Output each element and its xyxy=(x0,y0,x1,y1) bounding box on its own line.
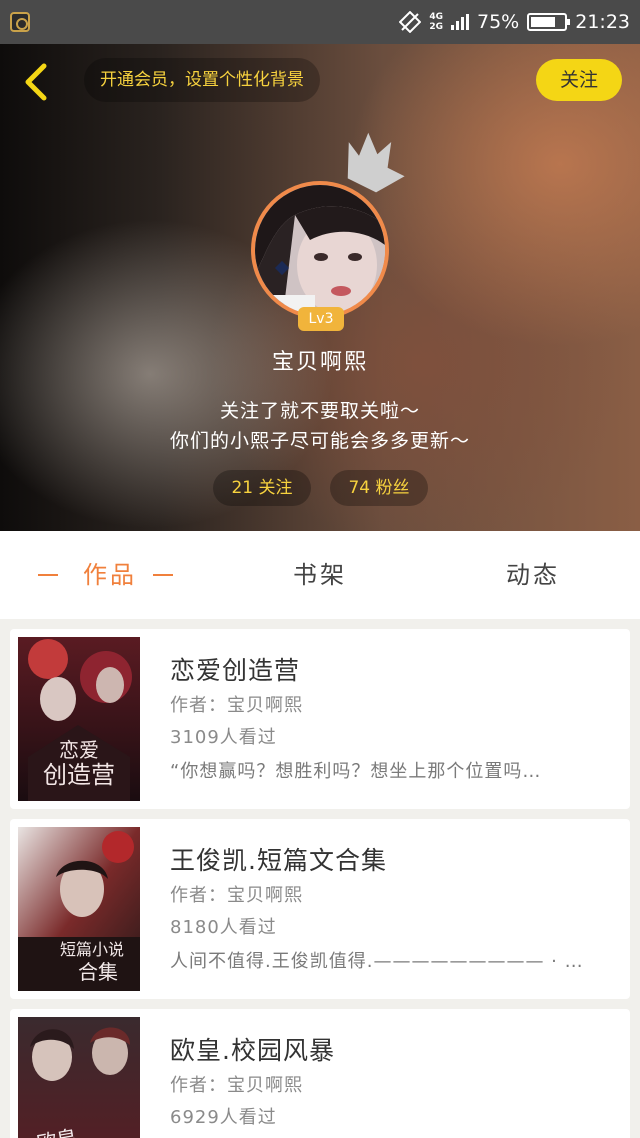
network-type: 4G 2G xyxy=(429,12,443,32)
book-views: 8180人看过 xyxy=(170,917,277,938)
book-card[interactable]: 恋爱 创造营 恋爱创造营 作者：宝贝啊熙 3109人看过 “你想赢吗？想胜利吗？… xyxy=(10,629,630,809)
follow-button[interactable]: 关注 xyxy=(536,59,622,101)
user-bio: 关注了就不要取关啦～ 你们的小熙子尽可能会多多更新～ xyxy=(0,396,640,456)
book-card[interactable]: 欧皇 校园风暴 欧皇.校园风暴 作者：宝贝啊熙 6929人看过 xyxy=(10,1009,630,1138)
avatar-image xyxy=(255,185,385,315)
book-author: 作者：宝贝啊熙 xyxy=(170,695,303,716)
book-views: 3109人看过 xyxy=(170,727,277,748)
cover-title-line-2: 合集 xyxy=(78,960,118,984)
battery-percent: 75% xyxy=(477,11,520,33)
status-icons: 4G 2G 75% 21:23 xyxy=(399,0,630,44)
cover-title-line-2: 创造营 xyxy=(43,761,115,789)
battery-icon xyxy=(527,13,571,31)
avatar[interactable] xyxy=(251,181,389,319)
network-4g: 4G xyxy=(429,12,443,22)
book-card[interactable]: 短篇小说 合集 王俊凯.短篇文合集 作者：宝贝啊熙 8180人看过 人间不值得.… xyxy=(10,819,630,999)
book-excerpt: 人间不值得.王俊凯值得.————————— · … xyxy=(170,951,584,972)
back-arrow-icon[interactable] xyxy=(18,62,58,102)
network-2g: 2G xyxy=(429,22,443,32)
following-count[interactable]: 21 关注 xyxy=(213,470,311,506)
vip-background-prompt[interactable]: 开通会员，设置个性化背景 xyxy=(84,58,320,102)
book-excerpt: “你想赢吗？想胜利吗？想坐上那个位置吗… xyxy=(170,761,542,782)
username: 宝贝啊熙 xyxy=(271,350,368,375)
book-cover[interactable]: 恋爱 创造营 xyxy=(18,637,140,801)
level-badge: Lv3 xyxy=(298,307,344,331)
profile-header: 开通会员，设置个性化背景 关注 Lv3 宝贝啊熙 关注了就不要取关啦～ 你们的小… xyxy=(0,44,640,531)
book-author: 作者：宝贝啊熙 xyxy=(170,1075,303,1096)
book-cover-image: 恋爱 创造营 xyxy=(18,637,140,801)
rotation-lock-icon xyxy=(399,11,422,33)
book-cover[interactable]: 短篇小说 合集 xyxy=(18,827,140,991)
works-list: 恋爱 创造营 恋爱创造营 作者：宝贝啊熙 3109人看过 “你想赢吗？想胜利吗？… xyxy=(0,619,640,1138)
book-cover-image: 短篇小说 合集 xyxy=(18,827,140,991)
fans-count[interactable]: 74 粉丝 xyxy=(330,470,428,506)
book-cover[interactable]: 欧皇 校园风暴 xyxy=(18,1017,140,1138)
active-tab-indicator-right xyxy=(153,574,173,576)
bio-line-2: 你们的小熙子尽可能会多多更新～ xyxy=(169,430,470,452)
battery-fill xyxy=(531,17,556,27)
tab-bookshelf[interactable]: 书架 xyxy=(240,531,400,619)
book-title[interactable]: 欧皇.校园风暴 xyxy=(170,1031,335,1067)
cover-title-line-1: 恋爱 xyxy=(59,738,99,762)
book-cover-image: 欧皇 校园风暴 xyxy=(18,1017,140,1138)
cover-title-line-1: 短篇小说 xyxy=(60,940,124,959)
tab-activity[interactable]: 动态 xyxy=(453,531,613,619)
book-title[interactable]: 王俊凯.短篇文合集 xyxy=(170,841,387,877)
book-author: 作者：宝贝啊熙 xyxy=(170,885,303,906)
signal-icon xyxy=(451,14,469,30)
status-bar: 4G 2G 75% 21:23 xyxy=(0,0,640,44)
app-notification-icon xyxy=(10,12,30,32)
book-title[interactable]: 恋爱创造营 xyxy=(170,651,300,687)
bio-line-1: 关注了就不要取关啦～ xyxy=(219,400,420,422)
book-views: 6929人看过 xyxy=(170,1107,277,1128)
clock: 21:23 xyxy=(575,11,630,33)
profile-tabs: 作品 书架 动态 xyxy=(0,531,640,619)
crown-icon xyxy=(347,132,405,193)
